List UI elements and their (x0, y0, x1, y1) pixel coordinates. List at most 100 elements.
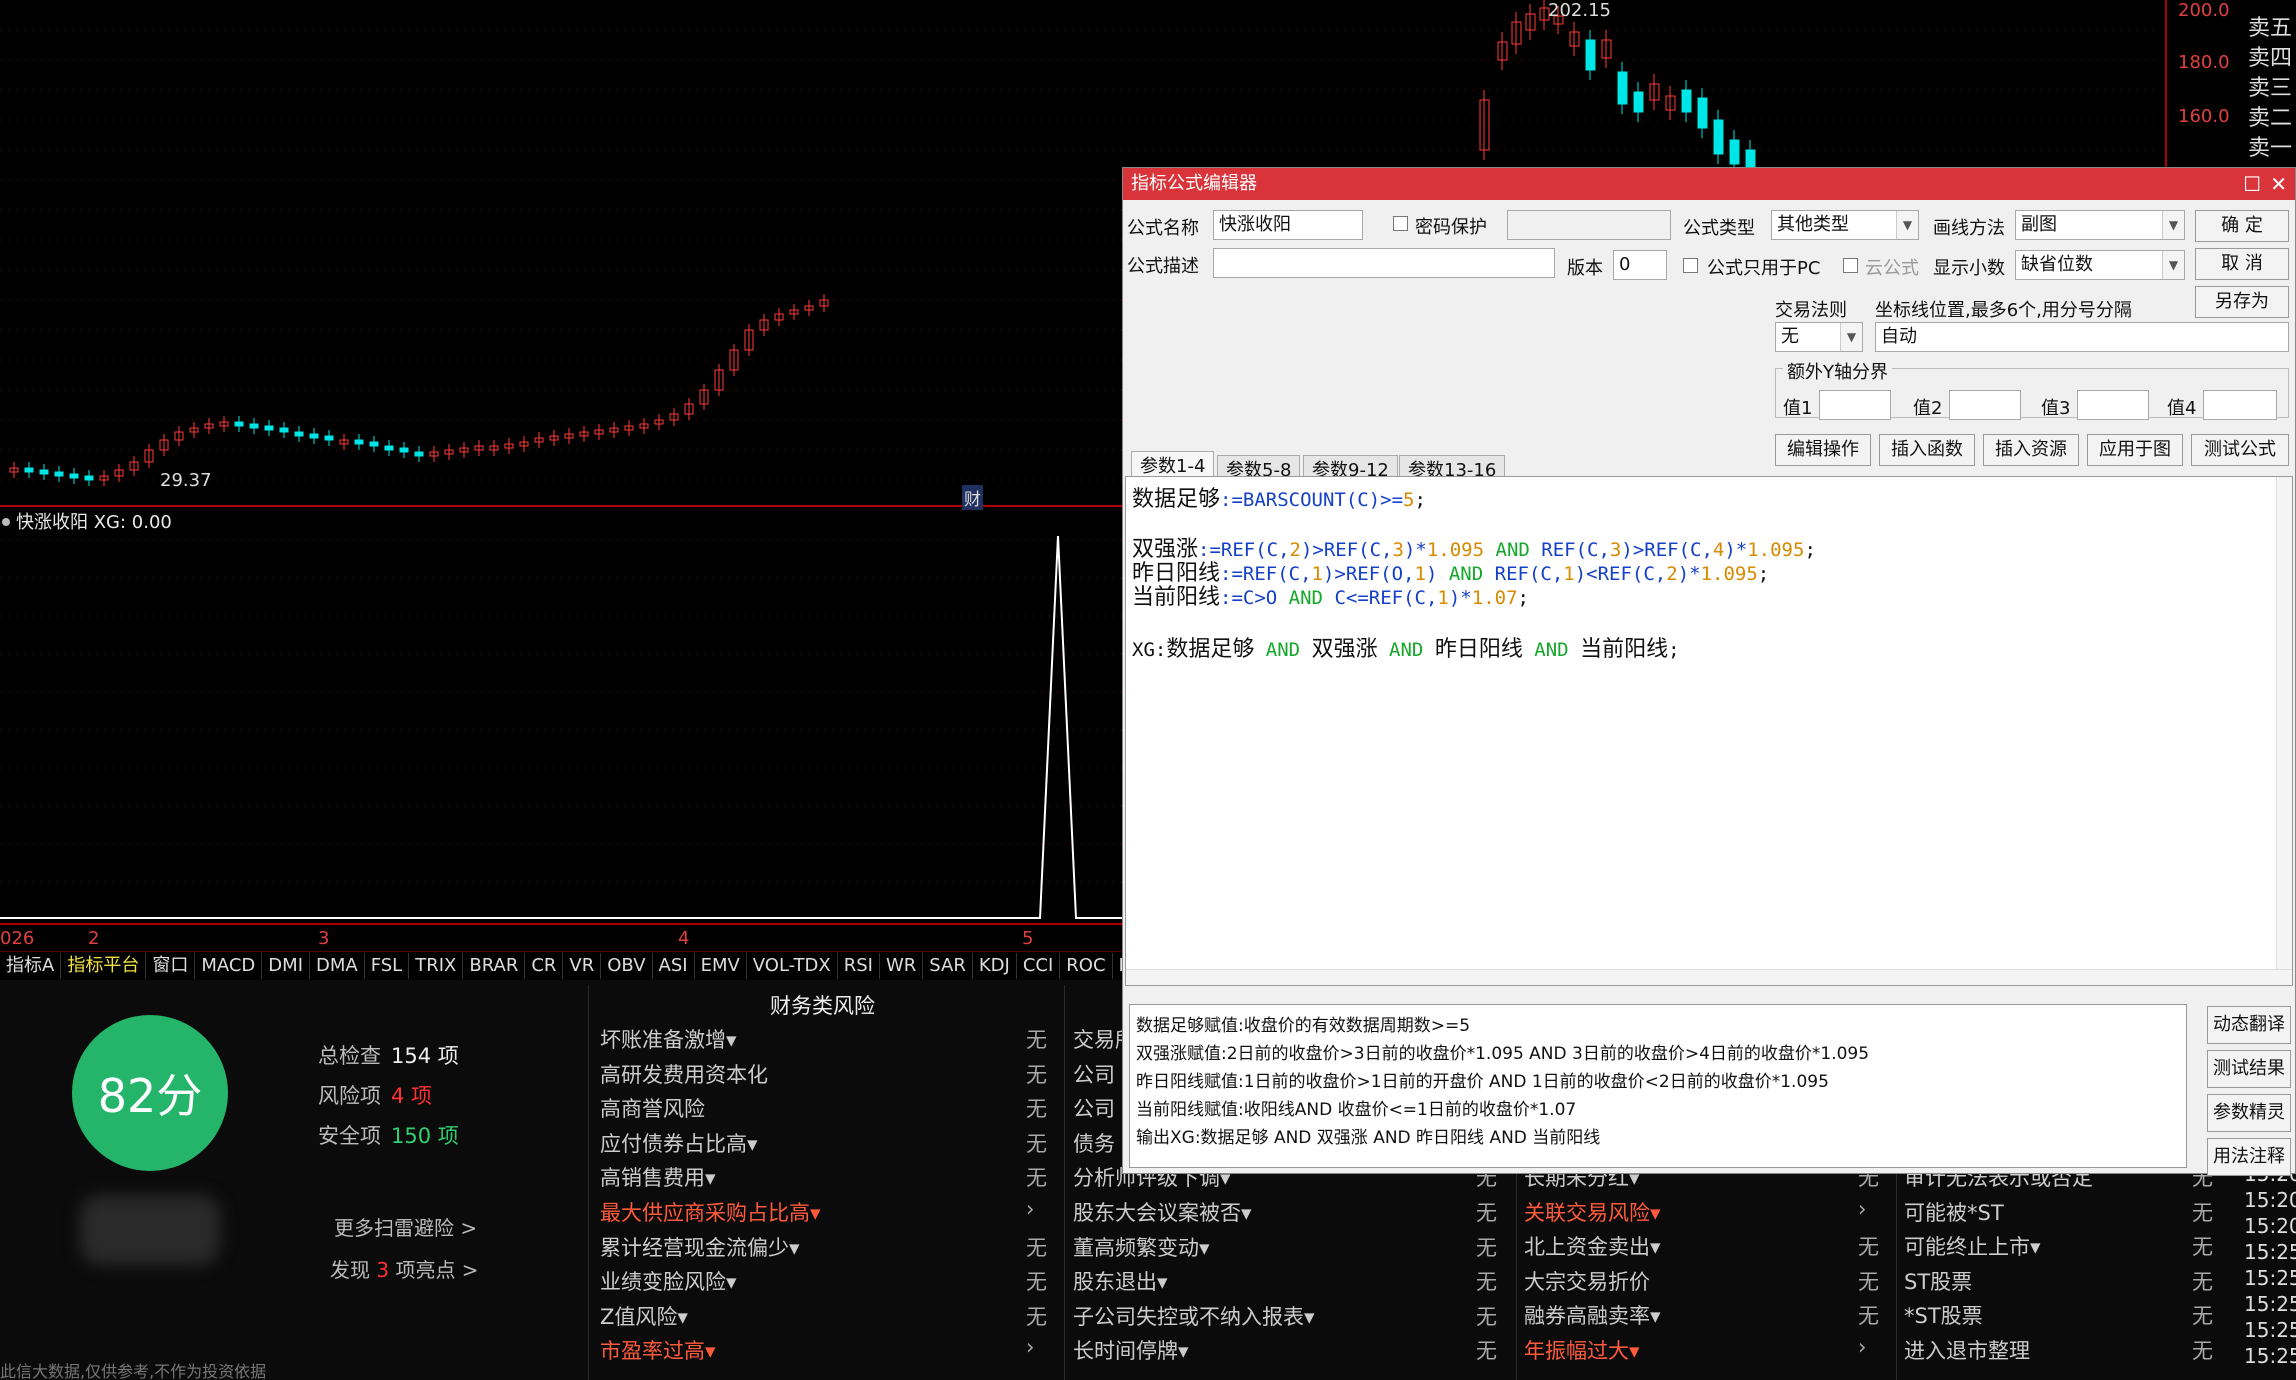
risk-item-label[interactable]: ST股票 (1904, 1266, 1972, 1296)
indicator-tab[interactable]: SAR (923, 952, 973, 979)
close-icon[interactable]: ✕ (2270, 168, 2287, 200)
chevron-down-icon[interactable]: ▼ (1896, 211, 1918, 239)
indicator-tab[interactable]: BRAR (463, 952, 526, 979)
indicator-tab[interactable]: ROC (1060, 952, 1113, 979)
risk-item-label[interactable]: 最大供应商采购占比高▾ (600, 1197, 821, 1227)
indicator-tab[interactable]: ASI (653, 952, 695, 979)
risk-item-label[interactable]: 股东大会议案被否▾ (1073, 1197, 1252, 1227)
dialog-titlebar[interactable]: 指标公式编辑器 ☐ ✕ (1123, 168, 2295, 200)
indicator-tab[interactable]: CR (525, 952, 564, 979)
risk-item-label[interactable]: 可能终止上市▾ (1904, 1231, 2041, 1261)
risk-item-label[interactable]: 累计经营现金流偏少▾ (600, 1232, 800, 1262)
test-formula-button[interactable]: 测试公式 (2191, 434, 2289, 466)
indicator-tab[interactable]: KDJ (973, 952, 1017, 979)
column-divider (588, 985, 589, 1380)
formula-name-input[interactable]: 快涨收阳 (1213, 210, 1363, 240)
risk-item-label[interactable]: 董高频繁变动▾ (1073, 1232, 1210, 1262)
value1-input[interactable] (1819, 390, 1891, 420)
sell-level-4: 卖四 (2248, 46, 2293, 71)
indicator-tab[interactable]: RSI (838, 952, 880, 979)
highlights-link[interactable]: 发现 3 项亮点 > (330, 1254, 479, 1283)
risk-item-label[interactable]: 进入退市整理 (1904, 1335, 2030, 1365)
risk-item-label[interactable]: 公司 (1073, 1093, 1115, 1123)
risk-item-label[interactable]: 年振幅过大▾ (1524, 1335, 1640, 1365)
trade-rule-select[interactable]: 无 ▼ (1775, 322, 1863, 352)
risk-item-label[interactable]: 高销售费用▾ (600, 1162, 716, 1192)
risk-item-label[interactable]: 关联交易风险▾ (1524, 1197, 1661, 1227)
param-wizard-button[interactable]: 参数精灵 (2207, 1094, 2291, 1132)
coord-input[interactable]: 自动 (1875, 322, 2289, 352)
indicator-tab[interactable]: VR (563, 952, 602, 979)
value3-input[interactable] (2077, 390, 2149, 420)
chevron-down-icon[interactable]: ▼ (2162, 251, 2184, 279)
indicator-tab[interactable]: WR (880, 952, 924, 979)
risk-item-label[interactable]: 子公司失控或不纳入报表▾ (1073, 1301, 1315, 1331)
total-check-label: 总检查 (318, 1044, 381, 1068)
indicator-tab[interactable]: FSL (365, 952, 410, 979)
finance-badge[interactable]: 财 (962, 485, 983, 510)
edit-ops-button[interactable]: 编辑操作 (1775, 434, 1871, 466)
disclaimer: 此信大数据,仅供参考,不作为投资依据 (0, 1362, 267, 1380)
risk-item-label[interactable]: 业绩变脸风险▾ (600, 1266, 737, 1296)
risk-item-value: 无 (2192, 1339, 2213, 1363)
risk-item-label[interactable]: 可能被*ST (1904, 1197, 2004, 1227)
risk-item-label[interactable]: 大宗交易折价 (1524, 1266, 1650, 1296)
indicator-tab[interactable]: OBV (601, 952, 653, 979)
save-as-button[interactable]: 另存为 (2195, 286, 2289, 318)
date-label: 3 (318, 928, 330, 949)
risk-item-label[interactable]: 坏账准备激增▾ (600, 1024, 737, 1054)
cloud-label: 云公式 (1865, 258, 1919, 279)
formula-desc-input[interactable] (1213, 248, 1555, 278)
indicator-tabs: 指标A 指标平台 窗口 MACD DMI DMA FSL TRIX BRAR CR VR OBV ASI… (0, 951, 1142, 979)
version-input[interactable]: 0 (1613, 250, 1667, 280)
formula-code-editor[interactable]: 数据足够:=BARSCOUNT(C)>=5; 双强涨:=REF(C,2)>REF… (1125, 476, 2293, 986)
apply-to-chart-button[interactable]: 应用于图 (2087, 434, 2183, 466)
pc-only-checkbox[interactable] (1683, 258, 1698, 273)
risk-item-label[interactable]: 应付债券占比高▾ (600, 1128, 758, 1158)
risk-item-label[interactable]: 长时间停牌▾ (1073, 1335, 1189, 1365)
vertical-scrollbar[interactable] (2276, 477, 2292, 985)
indicator-tab[interactable]: MACD (195, 952, 263, 979)
draw-method-select[interactable]: 副图 ▼ (2015, 210, 2185, 240)
indicator-tab[interactable]: CCI (1017, 952, 1061, 979)
risk-item-label[interactable]: *ST股票 (1904, 1300, 1983, 1330)
risk-item-label[interactable]: Z值风险▾ (600, 1301, 688, 1331)
ok-button[interactable]: 确 定 (2195, 210, 2289, 242)
more-scan-link[interactable]: 更多扫雷避险 > (334, 1212, 477, 1241)
insert-resource-button[interactable]: 插入资源 (1983, 434, 2079, 466)
indicator-tab[interactable]: TRIX (409, 952, 464, 979)
risk-item-label[interactable]: 融券高融卖率▾ (1524, 1300, 1661, 1330)
decimals-select[interactable]: 缺省位数 ▼ (2015, 250, 2185, 280)
indicator-tab[interactable]: 窗口 (146, 952, 196, 979)
indicator-tab[interactable]: EMV (695, 952, 747, 979)
insert-function-button[interactable]: 插入函数 (1879, 434, 1975, 466)
candle-body (384, 445, 394, 451)
risk-item-label[interactable]: 股东退出▾ (1073, 1266, 1168, 1296)
risk-item-label[interactable]: 北上资金卖出▾ (1524, 1231, 1661, 1261)
indicator-tab[interactable]: 指标A (0, 952, 62, 979)
indicator-tab[interactable]: DMI (262, 952, 310, 979)
indicator-tab[interactable]: VOL-TDX (747, 952, 838, 979)
horizontal-scrollbar[interactable] (1126, 969, 2292, 985)
risk-item-label[interactable]: 公司 (1073, 1059, 1115, 1089)
risk-item-label[interactable]: 债务 (1073, 1128, 1115, 1158)
dynamic-translate-button[interactable]: 动态翻译 (2207, 1006, 2291, 1044)
password-checkbox[interactable] (1393, 216, 1408, 231)
test-result-button[interactable]: 测试结果 (2207, 1050, 2291, 1088)
risk-item-label[interactable]: 高研发费用资本化 (600, 1059, 768, 1089)
value4-input[interactable] (2203, 390, 2277, 420)
risk-item-label[interactable]: 高商誉风险 (600, 1093, 705, 1123)
formula-name-label: 公式名称 (1127, 218, 1199, 239)
indicator-tab[interactable]: DMA (310, 952, 365, 979)
value2-input[interactable] (1949, 390, 2021, 420)
indicator-tab[interactable]: 指标平台 (61, 952, 147, 979)
usage-notes-button[interactable]: 用法注释 (2207, 1138, 2291, 1176)
cloud-checkbox[interactable] (1843, 258, 1858, 273)
risk-item-label[interactable]: 市盈率过高▾ (600, 1335, 716, 1365)
maximize-icon[interactable]: ☐ (2243, 168, 2261, 200)
chevron-down-icon[interactable]: ▼ (1840, 323, 1862, 351)
chevron-down-icon[interactable]: ▼ (2162, 211, 2184, 239)
formula-type-select[interactable]: 其他类型 ▼ (1771, 210, 1919, 240)
password-input[interactable] (1507, 210, 1671, 240)
cancel-button[interactable]: 取 消 (2195, 248, 2289, 280)
